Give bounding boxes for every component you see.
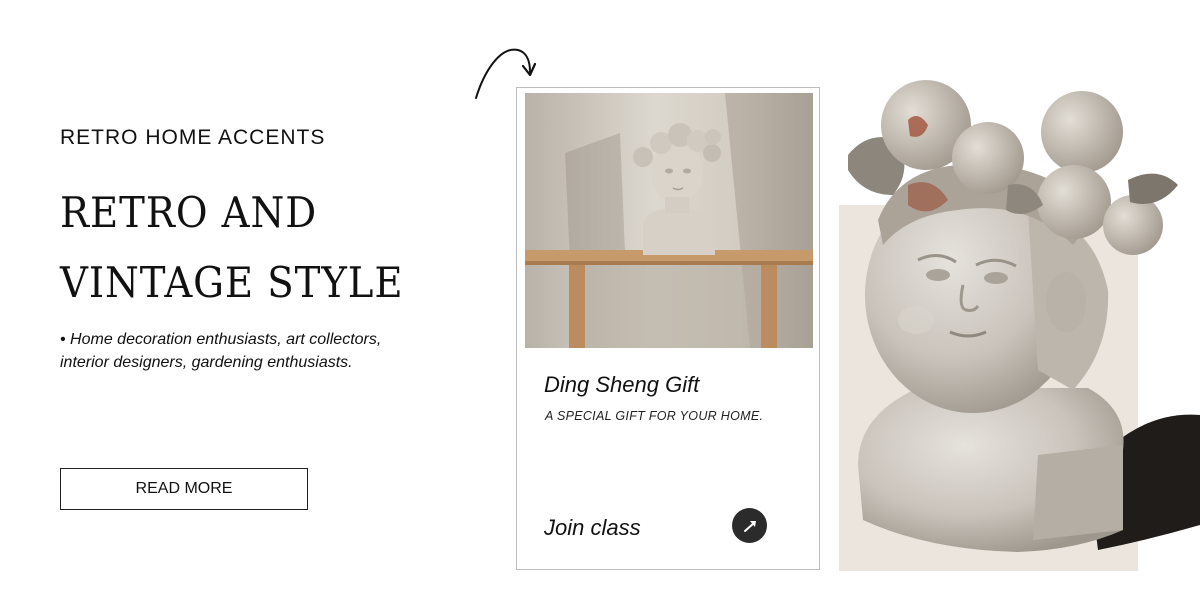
- arrow-up-right-icon: [743, 520, 756, 532]
- cherub-bust-image: [848, 80, 1200, 552]
- audience-description: • Home decoration enthusiasts, art colle…: [60, 331, 382, 371]
- section-eyebrow: RETRO HOME ACCENTS: [60, 126, 326, 149]
- product-card: Ding Sheng Gift A SPECIAL GIFT FOR YOUR …: [516, 87, 820, 570]
- card-title: Ding Sheng Gift: [544, 372, 700, 397]
- page-headline: RETRO AND VINTAGE STYLE: [60, 178, 428, 318]
- card-subtitle: A SPECIAL GIFT FOR YOUR HOME.: [545, 409, 764, 423]
- join-class-link[interactable]: Join class: [544, 515, 641, 541]
- product-photo: [525, 93, 813, 348]
- headline-line-1: RETRO AND: [60, 188, 318, 237]
- read-more-button[interactable]: READ MORE: [60, 468, 308, 510]
- join-class-button[interactable]: [732, 508, 767, 543]
- bust-on-shelf-image: [525, 93, 813, 348]
- headline-line-2: VINTAGE STYLE: [60, 258, 404, 307]
